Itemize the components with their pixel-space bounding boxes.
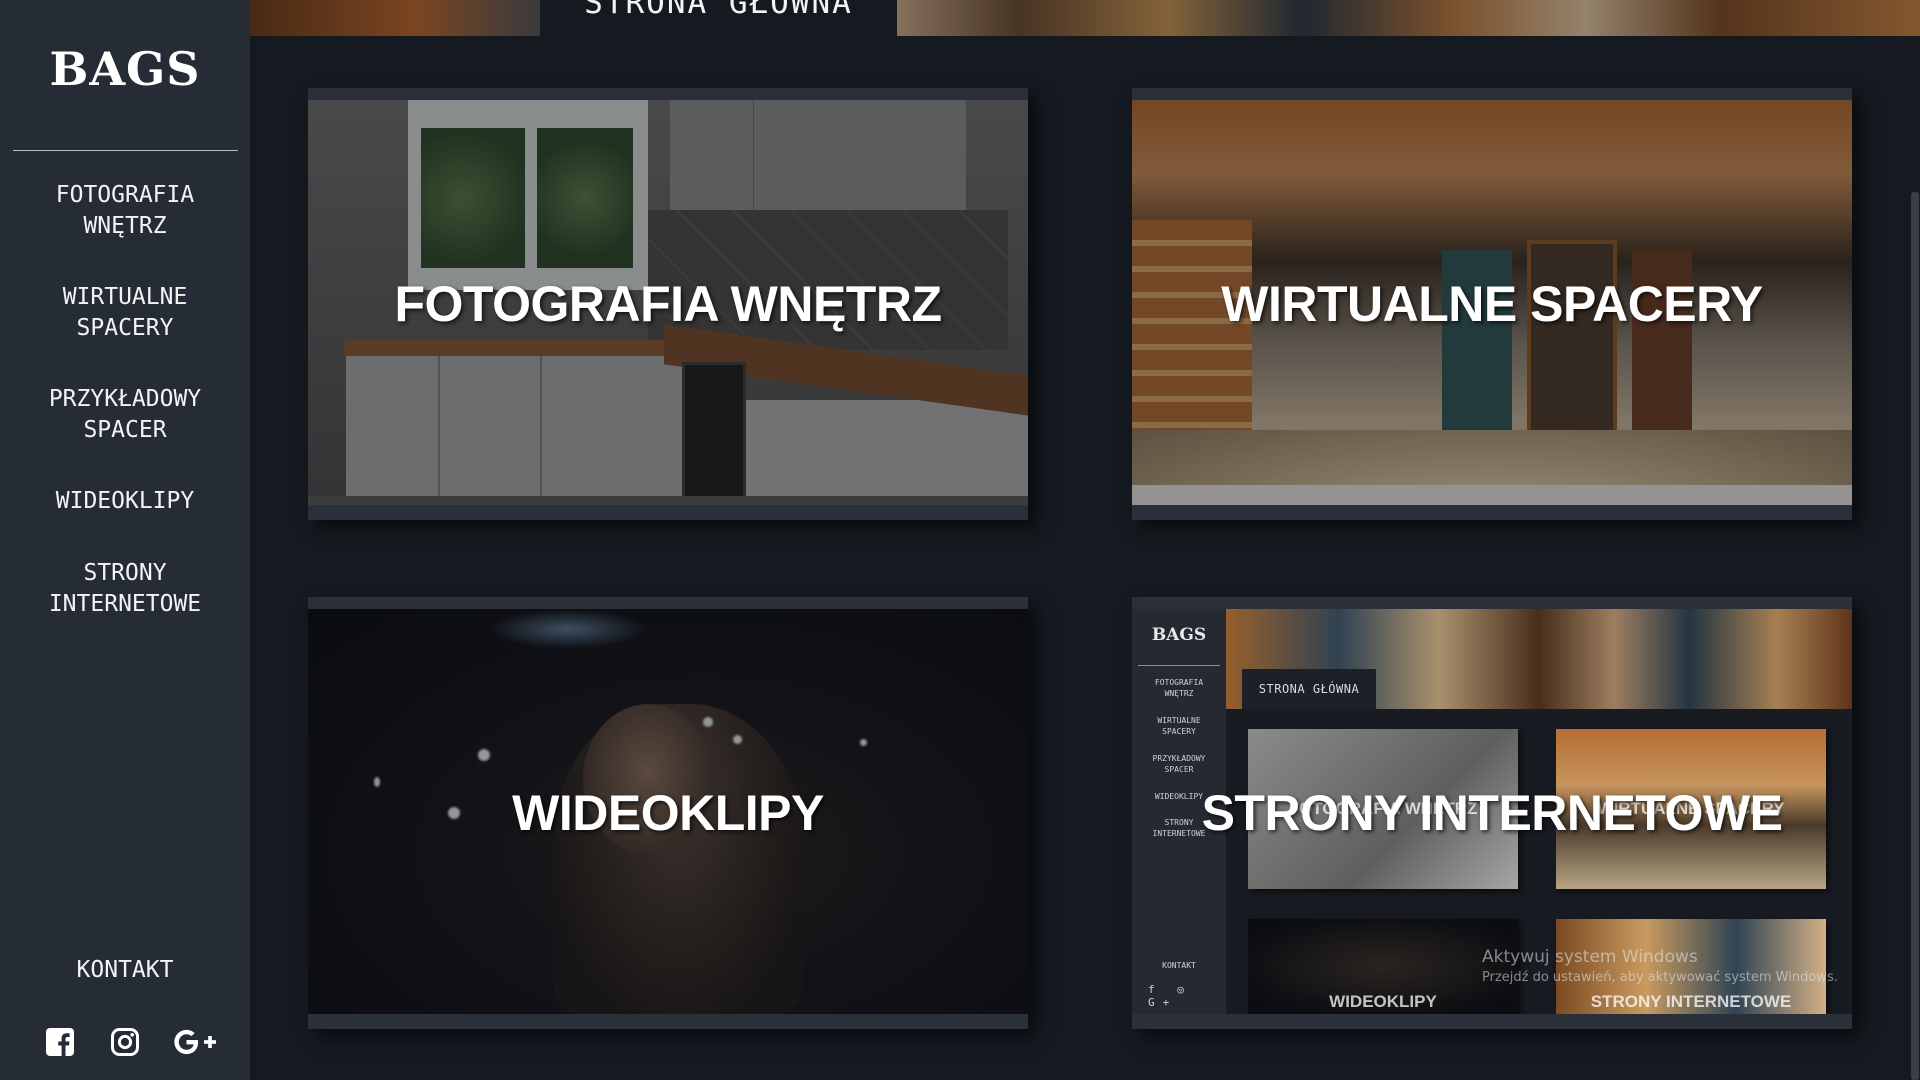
facebook-icon[interactable] (45, 1025, 75, 1059)
nav-item-wideoklipy[interactable]: WIDEOKLIPY (0, 486, 250, 517)
card-fotografia-wnetrz[interactable]: FOTOGRAFIA WNĘTRZ (308, 88, 1028, 520)
card-title: WIDEOKLIPY (512, 785, 824, 841)
nav-item-strony-internetowe[interactable]: STRONY INTERNETOWE (0, 558, 250, 620)
nav-item-wirtualne-spacery[interactable]: WIRTUALNE SPACERY (0, 282, 250, 344)
google-plus-icon[interactable] (172, 1025, 218, 1059)
header-banner-image: STRONA GŁÓWNA (250, 0, 1920, 36)
card-title: STRONY INTERNETOWE (1201, 785, 1783, 841)
card-title: WIRTUALNE SPACERY (1221, 276, 1763, 332)
home-tab-label: STRONA GŁÓWNA (584, 0, 853, 21)
tab-strona-glowna[interactable]: STRONA GŁÓWNA (540, 0, 897, 36)
nav-item-fotografia-wnetrz[interactable]: FOTOGRAFIA WNĘTRZ (0, 180, 250, 242)
scrollbar-thumb[interactable] (1911, 192, 1919, 1080)
nav-item-przykladowy-spacer[interactable]: PRZYKŁADOWY SPACER (0, 384, 250, 446)
social-links (0, 1025, 250, 1059)
instagram-icon[interactable] (110, 1025, 140, 1059)
card-wideoklipy[interactable]: WIDEOKLIPY (308, 597, 1028, 1029)
card-wirtualne-spacery[interactable]: WIRTUALNE SPACERY (1132, 88, 1852, 520)
nav-item-kontakt[interactable]: KONTAKT (0, 955, 250, 986)
card-title: FOTOGRAFIA WNĘTRZ (394, 276, 943, 332)
card-strony-internetowe[interactable]: BAGS FOTOGRAFIA WNĘTRZ WIRTUALNE SPACERY… (1132, 597, 1852, 1029)
brand-logo[interactable]: BAGS (0, 42, 250, 96)
brand-divider (13, 150, 238, 151)
sidebar: BAGS FOTOGRAFIA WNĘTRZ WIRTUALNE SPACERY… (0, 0, 250, 1080)
